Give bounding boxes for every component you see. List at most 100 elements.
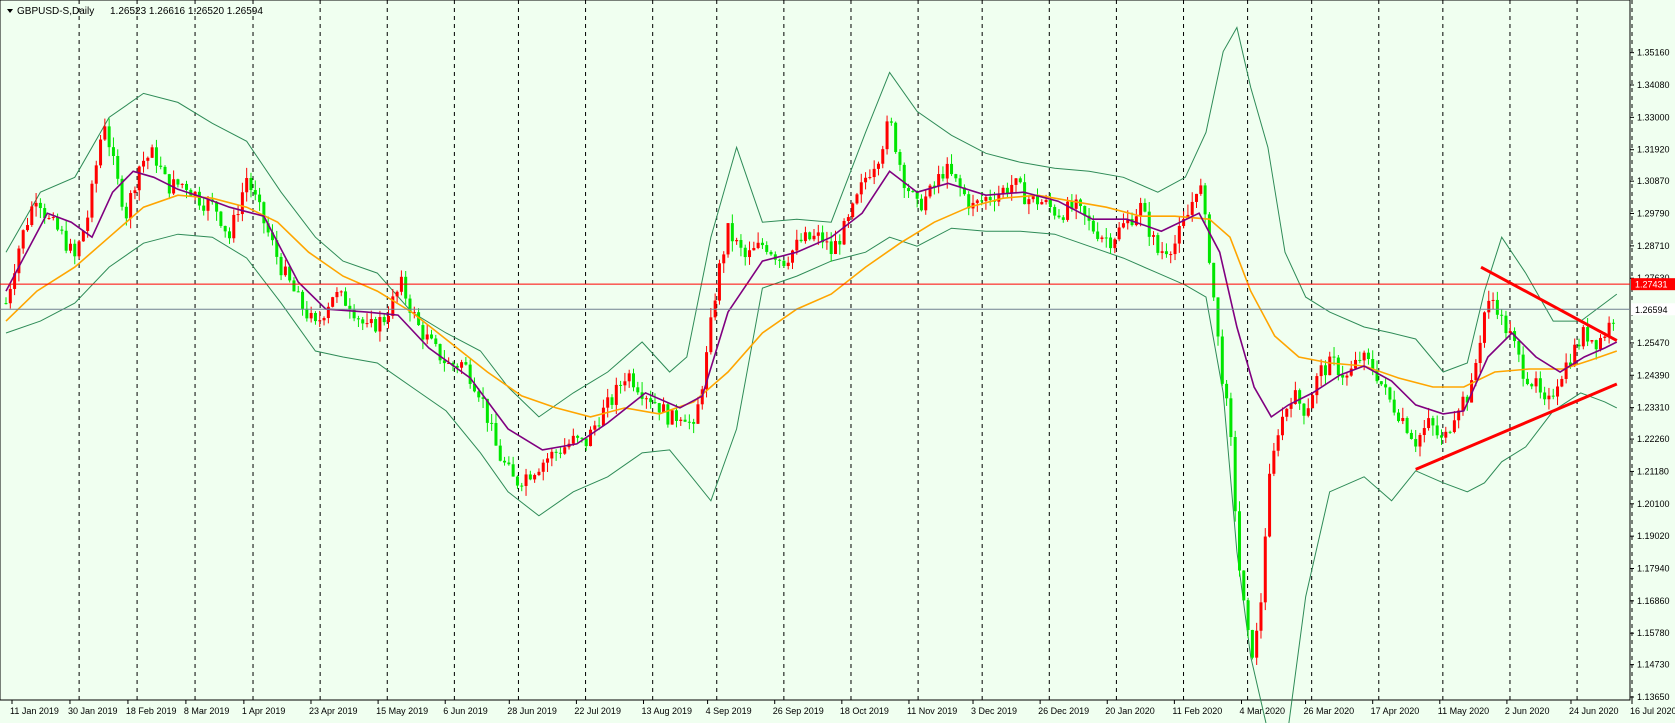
candle-body	[1311, 395, 1315, 409]
candle-body	[163, 166, 167, 175]
candle-body	[1199, 185, 1203, 194]
candle-body	[868, 177, 872, 179]
candle-body	[1328, 356, 1332, 376]
x-tick-label: 23 Apr 2019	[309, 706, 358, 716]
candle-body	[47, 217, 51, 219]
candle-body	[902, 164, 906, 189]
candle-body	[146, 157, 150, 161]
candle-body	[34, 202, 38, 207]
candle-body	[1212, 262, 1216, 298]
candle-body	[219, 211, 223, 226]
candle-body	[1139, 202, 1143, 217]
candle-body	[692, 422, 696, 424]
x-tick-label: 18 Feb 2019	[126, 706, 177, 716]
candle-body	[94, 165, 98, 184]
candle-body	[730, 223, 734, 242]
candle-body	[77, 241, 81, 257]
candle-body	[1134, 216, 1138, 226]
candle-body	[279, 256, 283, 276]
candle-body	[1594, 340, 1598, 350]
candle-body	[846, 217, 850, 221]
candle-body	[1152, 235, 1156, 237]
candle-body	[1255, 630, 1259, 658]
candle-body	[1010, 184, 1014, 194]
candle-body	[318, 320, 322, 322]
candle-body	[56, 217, 60, 230]
candle-body	[803, 232, 807, 242]
candle-body	[1543, 392, 1547, 400]
y-tick-label: 1.19020	[1637, 531, 1670, 541]
candle-body	[468, 364, 472, 384]
candle-body	[1495, 299, 1499, 315]
candle-body	[717, 263, 721, 301]
candle-body	[546, 458, 550, 463]
candle-body	[1590, 340, 1594, 342]
candle-body	[1452, 420, 1456, 433]
y-axis-labels: 1.35160 1.34080 1.33000 1.31920 1.30870 1.297…	[1630, 48, 1675, 702]
candle-body	[726, 223, 730, 255]
candle-body	[1160, 251, 1164, 253]
candle-body	[460, 362, 464, 368]
candle-body	[769, 251, 773, 255]
candle-body	[911, 191, 915, 193]
candle-body	[503, 460, 507, 463]
candle-body	[335, 292, 339, 298]
x-tick-label: 26 Dec 2019	[1038, 706, 1089, 716]
candle-body	[232, 214, 236, 239]
candle-body	[361, 319, 365, 324]
candle-body	[950, 163, 954, 175]
candle-body	[60, 229, 64, 231]
candle-body	[623, 381, 627, 386]
candle-body	[1401, 417, 1405, 422]
candle-body	[429, 334, 433, 339]
candle-body	[1427, 418, 1431, 429]
candle-body	[907, 188, 911, 192]
candle-body	[627, 373, 631, 382]
candle-body	[838, 240, 842, 245]
candle-body	[249, 178, 253, 191]
candle-body	[842, 220, 846, 245]
ohlc-label: 1.26523 1.26616 1.26520 1.26594	[110, 6, 263, 17]
candle-body	[116, 156, 120, 179]
candle-body	[1358, 359, 1362, 361]
candle-body	[1018, 178, 1022, 183]
candle-body	[1439, 435, 1443, 438]
candle-body	[1242, 570, 1246, 601]
candle-body	[1156, 235, 1160, 253]
candle-body	[258, 194, 262, 203]
y-tick-label: 1.28710	[1637, 241, 1670, 251]
candle-body	[374, 319, 378, 332]
candle-body	[1577, 344, 1581, 347]
candle-body	[631, 373, 635, 388]
chart-header: GBPUSD-S,Daily 1.26523 1.26616 1.26520 1…	[7, 6, 263, 17]
candle-body	[1418, 435, 1422, 447]
candle-body	[1027, 199, 1031, 205]
candle-body	[558, 452, 562, 454]
candle-body	[421, 325, 425, 340]
candle-body	[924, 196, 928, 211]
candle-body	[185, 183, 189, 190]
candle-body	[425, 334, 429, 340]
candle-body	[1143, 202, 1147, 212]
candle-body	[945, 163, 949, 179]
candle-body	[305, 308, 309, 319]
plot-area	[0, 0, 1631, 701]
x-tick-label: 1 Apr 2019	[242, 706, 286, 716]
candle-body	[64, 230, 68, 251]
candle-body	[1246, 600, 1250, 630]
candle-body	[124, 206, 128, 219]
candle-body	[1298, 390, 1302, 404]
candle-body	[795, 239, 799, 251]
candle-body	[1336, 357, 1340, 376]
candle-body	[1599, 337, 1603, 350]
candle-body	[537, 471, 541, 475]
candle-body	[1482, 312, 1486, 343]
x-tick-label: 4 Mar 2020	[1239, 706, 1285, 716]
candle-body	[339, 291, 343, 293]
candle-body	[309, 312, 313, 319]
x-tick-label: 22 Jul 2019	[574, 706, 621, 716]
candle-body	[683, 419, 687, 422]
candle-body	[1306, 408, 1310, 416]
candle-body	[864, 177, 868, 183]
candle-body	[975, 200, 979, 203]
